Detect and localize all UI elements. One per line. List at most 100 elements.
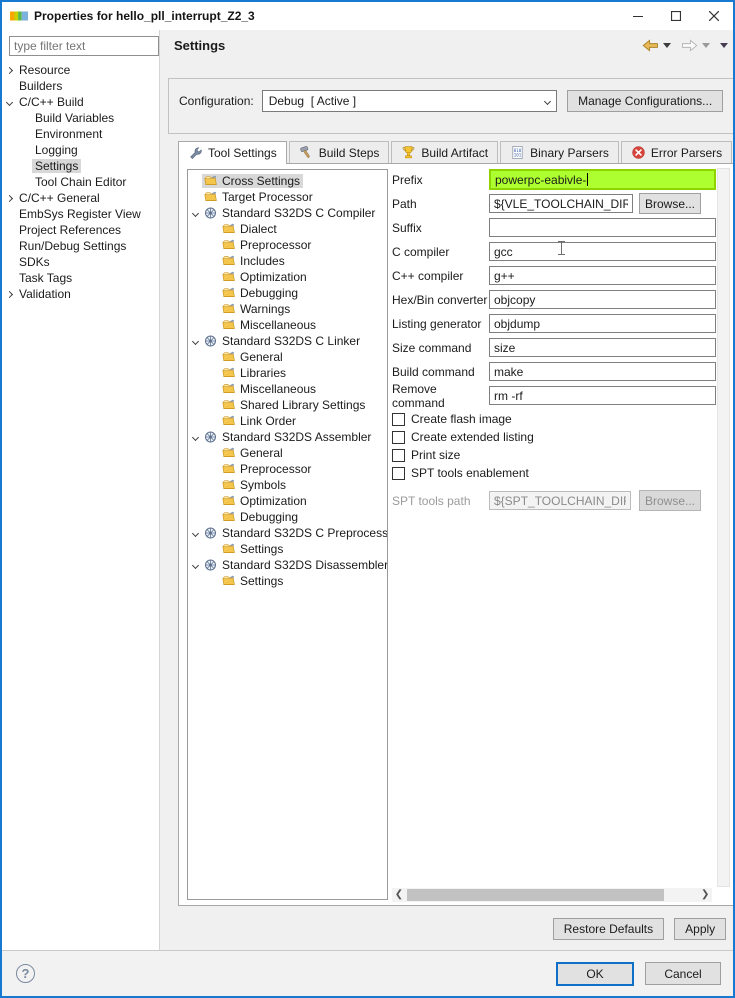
tool-tree-item-miscellaneous[interactable]: Miscellaneous [188, 381, 387, 397]
tool-tree-item-standard-s32ds-assembler[interactable]: Standard S32DS Assembler [188, 429, 387, 445]
close-icon[interactable] [695, 2, 733, 30]
view-menu-icon[interactable] [720, 42, 729, 48]
manage-configurations-button[interactable]: Manage Configurations... [567, 90, 724, 112]
tab-tool-settings[interactable]: Tool Settings [178, 141, 287, 164]
tool-tree-item-settings[interactable]: Settings [188, 541, 387, 557]
sidebar-item-run-debug-settings[interactable]: Run/Debug Settings [2, 238, 159, 254]
tab-error-parsers[interactable]: Error Parsers [620, 141, 733, 163]
remove-command-field[interactable] [489, 386, 717, 405]
sidebar-item-build-variables[interactable]: Build Variables [2, 110, 159, 126]
sidebar-item-project-references[interactable]: Project References [2, 222, 159, 238]
ok-button[interactable]: OK [556, 961, 634, 986]
back-history-dropdown-icon[interactable] [663, 42, 672, 48]
maximize-icon[interactable] [657, 2, 695, 30]
sidebar-item-resource[interactable]: Resource [2, 62, 159, 78]
scroll-left-icon[interactable]: ❮ [392, 888, 406, 902]
listing-generator-field[interactable] [489, 314, 717, 333]
tool-tree-item-preprocessor[interactable]: Preprocessor [188, 461, 387, 477]
scroll-right-icon[interactable]: ❯ [698, 888, 712, 902]
spt-tools-enablement-checkbox-row[interactable]: SPT tools enablement [392, 464, 716, 482]
settings-folder-icon [221, 446, 236, 460]
vertical-scrollbar[interactable] [717, 168, 731, 887]
tool-tree-item-standard-s32ds-c-compiler[interactable]: Standard S32DS C Compiler [188, 205, 387, 221]
c-compiler-field[interactable] [489, 266, 717, 285]
sidebar-item-builders[interactable]: Builders [2, 78, 159, 94]
help-button[interactable]: ? [16, 964, 35, 983]
chevron-down-icon[interactable] [2, 98, 16, 106]
configuration-dropdown[interactable]: Debug [ Active ] [261, 90, 558, 112]
tool-tree-item-settings[interactable]: Settings [188, 573, 387, 589]
chevron-down-icon[interactable] [188, 561, 202, 569]
create-flash-image-checkbox-row[interactable]: Create flash image [392, 410, 716, 428]
sidebar-item-embsys-register-view[interactable]: EmbSys Register View [2, 206, 159, 222]
suffix-field[interactable] [489, 218, 717, 237]
tool-tree-item-link-order[interactable]: Link Order [188, 413, 387, 429]
tool-tree-item-standard-s32ds-disassembler[interactable]: Standard S32DS Disassembler [188, 557, 387, 573]
size-command-label: Size command [392, 340, 472, 355]
tool-tree-item-target-processor[interactable]: Target Processor [188, 189, 387, 205]
tool-tree-item-standard-s32ds-c-preprocessor[interactable]: Standard S32DS C Preprocessor [188, 525, 387, 541]
sidebar-item-c-c-general[interactable]: C/C++ General [2, 190, 159, 206]
scrollbar-thumb[interactable] [407, 889, 665, 901]
print-size-checkbox-row[interactable]: Print size [392, 446, 716, 464]
chevron-right-icon[interactable] [2, 66, 16, 74]
chevron-right-icon[interactable] [2, 290, 16, 298]
path-field[interactable] [489, 194, 633, 213]
tool-tree-item-warnings[interactable]: Warnings [188, 301, 387, 317]
tool-tree-item-cross-settings[interactable]: Cross Settings [188, 173, 387, 189]
tab-build-artifact[interactable]: Build Artifact [391, 141, 499, 163]
tool-tree-item-debugging[interactable]: Debugging [188, 285, 387, 301]
sidebar-item-label: Tool Chain Editor [35, 175, 127, 189]
chevron-down-icon[interactable] [188, 529, 202, 537]
chevron-down-icon[interactable] [188, 433, 202, 441]
tool-tree-item-shared-library-settings[interactable]: Shared Library Settings [188, 397, 387, 413]
forward-arrow-icon[interactable] [681, 38, 698, 52]
cancel-button[interactable]: Cancel [645, 962, 721, 985]
filter-input[interactable] [9, 36, 159, 56]
sidebar-item-settings[interactable]: Settings [2, 158, 159, 174]
tool-tree-item-optimization[interactable]: Optimization [188, 269, 387, 285]
scrollbar-track[interactable] [406, 888, 698, 902]
tool-tree-item-general[interactable]: General [188, 445, 387, 461]
spt-tools-enablement-checkbox[interactable] [392, 466, 405, 480]
build-command-field[interactable] [489, 362, 717, 381]
sidebar-item-task-tags[interactable]: Task Tags [2, 270, 159, 286]
forward-history-dropdown-icon[interactable] [702, 42, 711, 48]
chevron-right-icon[interactable] [2, 194, 16, 202]
sidebar-item-c-c-build[interactable]: C/C++ Build [2, 94, 159, 110]
tab-build-steps[interactable]: Build Steps [288, 141, 390, 163]
sidebar-item-sdks[interactable]: SDKs [2, 254, 159, 270]
back-arrow-icon[interactable] [642, 38, 659, 52]
horizontal-scrollbar[interactable]: ❮ ❯ [392, 888, 713, 902]
c-compiler-field[interactable] [489, 242, 717, 261]
hex-bin-converter-field[interactable] [489, 290, 717, 309]
sidebar-item-label: Builders [19, 79, 63, 93]
tool-tree-item-miscellaneous[interactable]: Miscellaneous [188, 317, 387, 333]
create-flash-image-checkbox[interactable] [392, 412, 405, 426]
tool-tree-item-includes[interactable]: Includes [188, 253, 387, 269]
tool-tree-item-preprocessor[interactable]: Preprocessor [188, 237, 387, 253]
tool-tree-item-general[interactable]: General [188, 349, 387, 365]
size-command-field[interactable] [489, 338, 717, 357]
create-extended-listing-checkbox[interactable] [392, 430, 405, 444]
sidebar-item-environment[interactable]: Environment [2, 126, 159, 142]
apply-button[interactable]: Apply [674, 918, 727, 940]
tab-binary-parsers[interactable]: 010 101 Binary Parsers [500, 141, 619, 163]
chevron-down-icon[interactable] [188, 209, 202, 217]
sidebar-item-tool-chain-editor[interactable]: Tool Chain Editor [2, 174, 159, 190]
sidebar-item-validation[interactable]: Validation [2, 286, 159, 302]
tool-tree-item-optimization[interactable]: Optimization [188, 493, 387, 509]
tool-tree-item-standard-s32ds-c-linker[interactable]: Standard S32DS C Linker [188, 333, 387, 349]
create-extended-listing-checkbox-row[interactable]: Create extended listing [392, 428, 716, 446]
sidebar-item-logging[interactable]: Logging [2, 142, 159, 158]
tool-tree-item-symbols[interactable]: Symbols [188, 477, 387, 493]
tool-tree-item-debugging[interactable]: Debugging [188, 509, 387, 525]
prefix-field[interactable]: powerpc-eabivle- [489, 169, 717, 190]
tool-tree-item-dialect[interactable]: Dialect [188, 221, 387, 237]
print-size-checkbox[interactable] [392, 448, 405, 462]
minimize-icon[interactable] [619, 2, 657, 30]
path-browse-button[interactable]: Browse... [639, 193, 701, 214]
restore-defaults-button[interactable]: Restore Defaults [552, 918, 665, 940]
chevron-down-icon[interactable] [188, 337, 202, 345]
tool-tree-item-libraries[interactable]: Libraries [188, 365, 387, 381]
